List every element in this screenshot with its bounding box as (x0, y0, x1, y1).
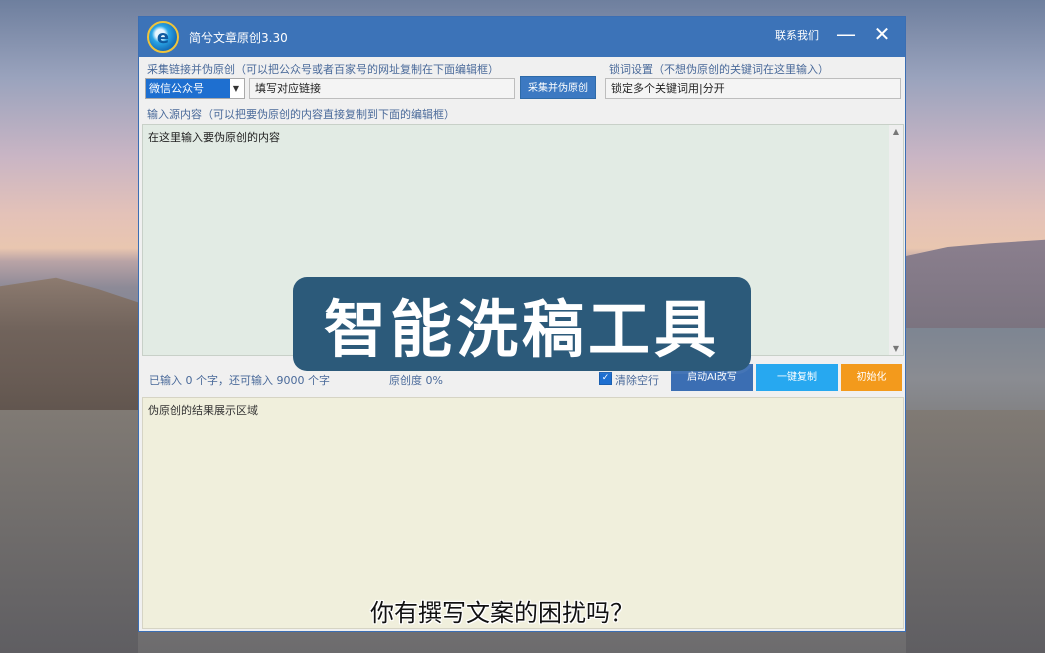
lock-words-input[interactable]: 锁定多个关键词用|分开 (605, 78, 901, 99)
background-ground-left (0, 410, 138, 653)
background-mountains (906, 239, 1045, 328)
title-bar[interactable]: e 简兮文章原创3.30 联系我们 — ✕ (139, 17, 905, 57)
originality-text: 原创度 0% (389, 374, 443, 387)
collect-button[interactable]: 采集并伪原创 (520, 76, 596, 99)
close-icon: ✕ (873, 22, 891, 46)
url-input[interactable]: 填写对应链接 (249, 78, 515, 99)
contact-us-link[interactable]: 联系我们 (775, 27, 819, 43)
lock-section-label: 锁词设置（不想伪原创的关键词在这里输入） (609, 63, 829, 76)
source-scrollbar[interactable]: ▲ ▼ (889, 125, 903, 355)
scroll-down-icon[interactable]: ▼ (889, 344, 903, 353)
scroll-up-icon[interactable]: ▲ (889, 127, 903, 136)
source-selected: 微信公众号 (146, 79, 230, 98)
clear-blank-label[interactable]: 清除空行 (615, 372, 659, 388)
source-placeholder: 在这里输入要伪原创的内容 (148, 131, 280, 144)
background-ground-right (906, 410, 1045, 653)
minimize-icon: — (836, 22, 856, 46)
char-count-text: 已输入 0 个字，还可输入 9000 个字 (149, 374, 330, 387)
copy-button[interactable]: 一键复制 (756, 364, 838, 391)
app-logo-icon: e (147, 21, 179, 53)
clear-blank-checkbox[interactable]: ✓ (599, 372, 612, 385)
init-button[interactable]: 初始化 (841, 364, 902, 391)
video-title-banner: 智能洗稿工具 (293, 277, 751, 371)
result-placeholder: 伪原创的结果展示区域 (148, 404, 258, 417)
chevron-down-icon: ▼ (232, 84, 240, 93)
window-title: 简兮文章原创3.30 (189, 31, 288, 45)
close-button[interactable]: ✕ (867, 21, 897, 47)
input-section-label: 输入源内容（可以把要伪原创的内容直接复制到下面的编辑框） (147, 108, 455, 121)
source-dropdown[interactable]: 微信公众号 ▼ (145, 78, 245, 99)
minimize-button[interactable]: — (831, 21, 861, 47)
background-rocks (0, 277, 140, 415)
video-subtitle: 你有撰写文案的困扰吗？ (370, 599, 634, 627)
collect-section-label: 采集链接并伪原创（可以把公众号或者百家号的网址复制在下面编辑框） (147, 63, 499, 76)
